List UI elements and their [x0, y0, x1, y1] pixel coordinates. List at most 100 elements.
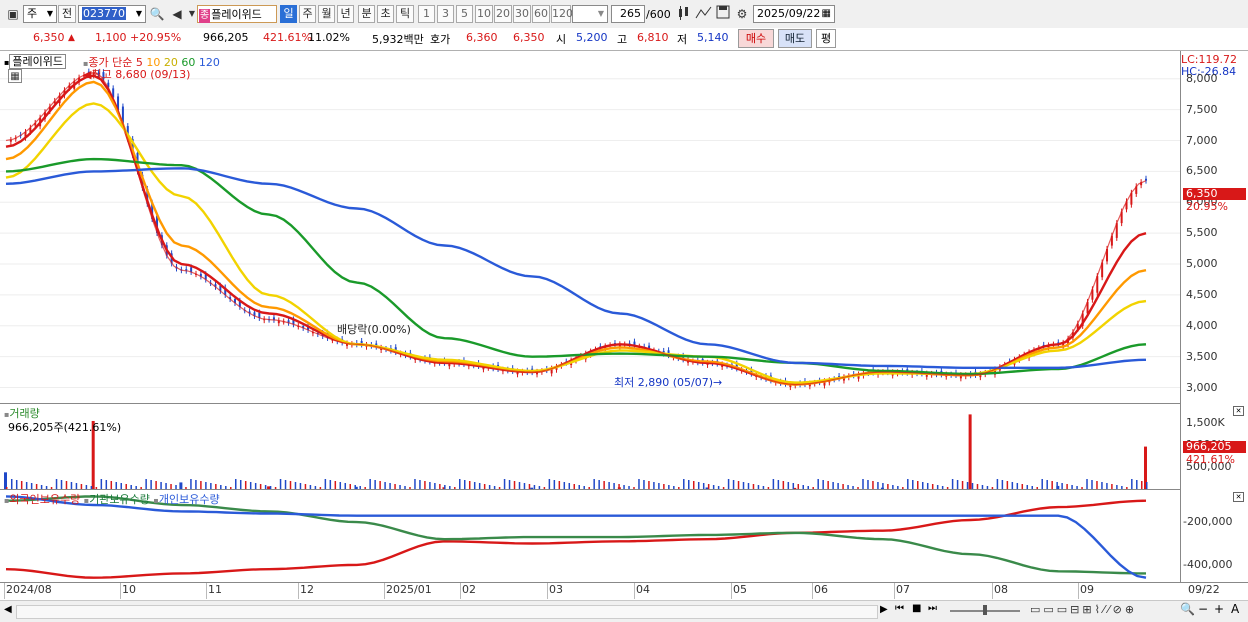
volume-bar — [787, 482, 790, 489]
grid-view-icon[interactable]: ▦ — [8, 69, 22, 83]
volume-bar — [239, 480, 242, 489]
text-size-icon[interactable]: A — [1231, 602, 1239, 616]
volume-bar — [777, 480, 780, 489]
holding-lines — [5, 495, 1147, 579]
volume-bar — [130, 485, 132, 489]
volume-bar — [468, 481, 471, 489]
volume-bar — [822, 480, 824, 489]
volume-bar — [653, 482, 655, 489]
volume-bar — [15, 480, 18, 489]
institution-holding-label: 기관보유수량 — [89, 493, 150, 506]
x-axis-tick-mark — [812, 583, 813, 599]
volume-bar — [578, 485, 580, 489]
volume-bar — [478, 483, 481, 489]
x-axis-tick: 09/22 — [1188, 583, 1220, 596]
magnifier-icon[interactable]: 🔍 — [1180, 602, 1195, 616]
chart-canvas — [0, 68, 1180, 579]
x-axis-tick-mark — [731, 583, 732, 599]
volume-bar — [727, 479, 730, 489]
price-y-tick: 6,500 — [1186, 164, 1218, 178]
volume-bar — [882, 483, 884, 489]
price-candles — [9, 68, 1147, 391]
volume-bar — [498, 487, 501, 489]
volume-bar — [449, 486, 451, 489]
volume-bar — [1011, 482, 1014, 489]
volume-bar — [25, 482, 28, 489]
volume-bar — [225, 486, 227, 489]
volume-bar — [319, 487, 322, 489]
volume-bar — [80, 484, 83, 489]
plus-icon[interactable]: + — [1214, 602, 1224, 616]
volume-bar — [1021, 484, 1024, 489]
volume-bar — [966, 482, 969, 489]
minus-icon[interactable]: − — [1198, 602, 1208, 616]
volume-bar — [120, 483, 122, 489]
x-axis-tick: 08 — [994, 583, 1008, 596]
volume-bar — [628, 486, 630, 489]
holding-legend: ▪외국인보유수량 ▪기관보유수량 ▪개인보유수량 — [4, 491, 220, 507]
volume-bar — [394, 484, 396, 489]
volume-bar — [593, 479, 595, 489]
high-annotation-text: 최고 8,680 (09/13) — [91, 68, 191, 81]
last-page-icon[interactable]: ⏭ — [928, 603, 937, 614]
volume-current-tag: 966,205 — [1183, 441, 1246, 453]
volume-bar — [6, 487, 8, 489]
volume-bar — [832, 482, 834, 489]
volume-bar — [145, 479, 147, 489]
volume-bar — [712, 485, 715, 489]
volume-bar — [648, 481, 650, 489]
volume-bar — [439, 484, 441, 489]
volume-bar — [234, 479, 237, 489]
volume-bar — [553, 480, 556, 489]
volume-bar — [444, 485, 446, 489]
volume-bar — [434, 483, 436, 489]
volume-bar — [140, 487, 142, 489]
volume-bar — [1071, 485, 1073, 489]
volume-bar — [314, 486, 317, 489]
x-axis-tick: 10 — [122, 583, 136, 596]
volume-bar — [936, 485, 939, 489]
first-page-icon[interactable]: ⏮ — [895, 603, 904, 614]
volume-bar — [792, 483, 795, 489]
volume-bar — [379, 481, 381, 489]
zoom-slider-thumb[interactable] — [983, 605, 987, 615]
volume-bar — [424, 481, 426, 489]
volume-bar — [941, 486, 944, 489]
volume-bar — [493, 486, 496, 489]
scroll-left-icon[interactable]: ◀ — [4, 604, 12, 615]
stop-icon[interactable]: ■ — [912, 603, 921, 614]
volume-bar — [956, 480, 959, 489]
drawing-tools-icon[interactable]: ▭▭▭⊟⊞⌇⁄⁄⊘⊕ — [1030, 603, 1137, 616]
volume-bar — [951, 479, 954, 489]
close-icon[interactable]: ✕ — [1233, 492, 1244, 502]
price-y-tick: 5,000 — [1186, 257, 1218, 271]
volume-bar — [185, 487, 187, 489]
x-axis-tick-mark — [1078, 583, 1079, 599]
x-axis-tick: 09 — [1080, 583, 1094, 596]
volume-bar — [518, 482, 521, 489]
volume-bar — [269, 486, 272, 489]
volume-bar — [324, 479, 327, 489]
x-axis-tick: 03 — [549, 583, 563, 596]
volume-bar — [583, 486, 585, 489]
volume-bar — [1081, 487, 1083, 489]
volume-bar — [1086, 479, 1088, 489]
scroll-track[interactable] — [16, 605, 878, 619]
volume-bar — [673, 486, 675, 489]
scroll-right-icon[interactable]: ▶ — [880, 604, 888, 615]
volume-bar — [797, 484, 800, 489]
volume-bar — [1046, 480, 1048, 489]
x-axis-tick-mark — [206, 583, 207, 599]
volume-bar — [10, 479, 13, 489]
volume-bar — [60, 480, 63, 489]
volume-bar — [742, 482, 745, 489]
volume-bar — [692, 481, 695, 489]
volume-bar — [294, 482, 297, 489]
volume-bar — [299, 483, 302, 489]
volume-bar — [274, 487, 277, 489]
close-icon[interactable]: ✕ — [1233, 406, 1244, 416]
volume-bar — [732, 480, 735, 489]
volume-bar — [643, 480, 645, 489]
volume-bar — [329, 480, 332, 489]
volume-bar — [110, 481, 113, 489]
